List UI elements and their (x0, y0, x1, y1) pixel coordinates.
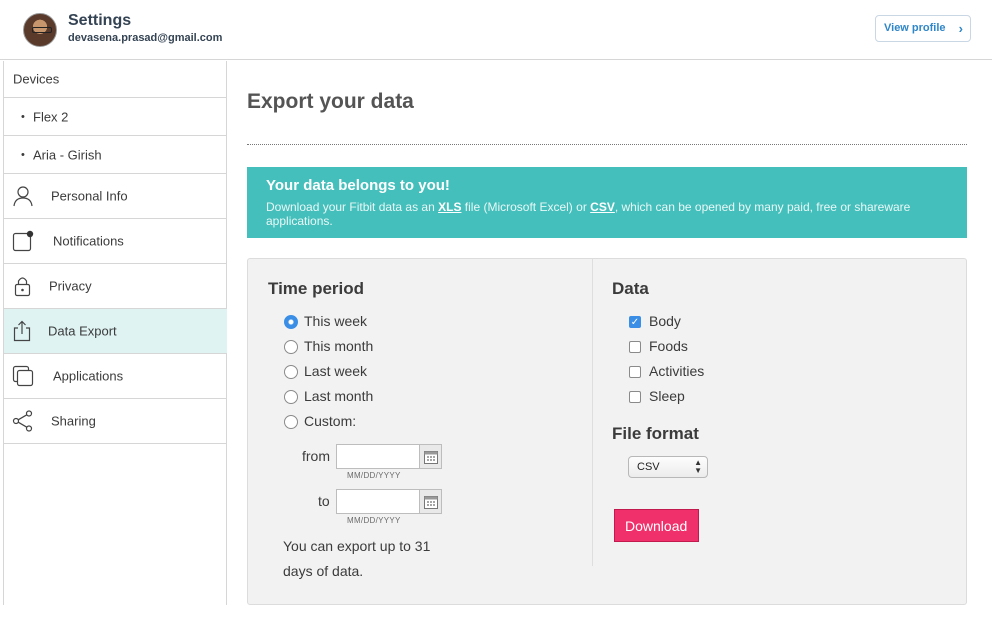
from-label: from (302, 448, 330, 464)
calendar-icon (424, 451, 438, 464)
sidebar-item-data-export[interactable]: Data Export (4, 309, 227, 354)
device-label: Aria - Girish (33, 147, 102, 162)
radio-label: This week (304, 313, 368, 329)
notification-icon (12, 230, 34, 252)
radio-button[interactable] (284, 365, 298, 379)
sidebar-item-label: Privacy (49, 278, 92, 294)
info-banner: Your data belongs to you! Download your … (247, 167, 967, 238)
sidebar-item-label: Personal Info (51, 188, 128, 204)
radio-label: Custom: (304, 413, 357, 429)
checkbox[interactable]: ✓ (629, 316, 641, 328)
view-profile-button[interactable]: View profile › (875, 15, 971, 42)
radio-button[interactable] (284, 315, 298, 329)
dotted-divider (247, 144, 967, 145)
person-icon (12, 185, 34, 207)
banner-title: Your data belongs to you! (266, 177, 450, 194)
sidebar-item-label: Applications (53, 368, 124, 384)
from-calendar-button[interactable] (419, 444, 442, 469)
sidebar: Devices • Flex 2 • Aria - Girish Persona… (3, 61, 227, 605)
xls-link[interactable]: XLS (438, 200, 461, 214)
top-header: Settings devasena.prasad@gmail.com View … (0, 0, 992, 60)
checkbox-label: Foods (649, 338, 688, 354)
download-button[interactable]: Download (614, 509, 699, 542)
calendar-icon (424, 496, 438, 509)
sidebar-item-notifications[interactable]: Notifications (4, 219, 227, 264)
export-limit-note: You can export up to 31 days of data. (283, 538, 431, 579)
csv-link[interactable]: CSV (590, 200, 615, 214)
file-format-value: CSV (637, 461, 660, 473)
bullet-icon: • (21, 148, 25, 161)
from-date-input[interactable] (336, 444, 420, 469)
view-profile-label: View profile (884, 22, 946, 34)
column-divider (592, 259, 593, 566)
file-format-title: File format (612, 424, 699, 443)
sidebar-item-label: Data Export (48, 323, 117, 339)
radio-button[interactable] (284, 415, 298, 429)
checkbox[interactable] (629, 341, 641, 353)
select-arrows-icon: ▲ ▼ (694, 458, 702, 475)
sidebar-device-flex-2[interactable]: • Flex 2 (4, 98, 227, 136)
radio-button[interactable] (284, 390, 298, 404)
checkbox[interactable] (629, 391, 641, 403)
radio-button[interactable] (284, 340, 298, 354)
from-date-hint: MM/DD/YYYY (347, 471, 401, 480)
sidebar-item-label: Notifications (53, 233, 124, 249)
avatar (23, 13, 57, 47)
to-date-hint: MM/DD/YYYY (347, 516, 401, 525)
radio-label: Last month (304, 388, 374, 404)
share-icon (12, 410, 34, 432)
checkbox-label: Activities (649, 363, 705, 379)
to-label: to (318, 493, 330, 509)
sidebar-devices-heading: Devices (4, 61, 227, 98)
lock-icon (12, 275, 34, 297)
checkbox-label: Body (649, 313, 681, 329)
chevron-right-icon: › (958, 21, 963, 36)
checkbox[interactable] (629, 366, 641, 378)
sidebar-item-applications[interactable]: Applications (4, 354, 227, 399)
sidebar-item-sharing[interactable]: Sharing (4, 399, 227, 444)
radio-label: Last week (304, 363, 368, 379)
device-label: Flex 2 (33, 109, 69, 124)
page-title: Settings (68, 12, 132, 29)
banner-text-before: Download your Fitbit data as an (266, 200, 439, 214)
export-icon (12, 320, 34, 342)
to-date-input[interactable] (336, 489, 420, 514)
bullet-icon: • (21, 110, 25, 123)
section-title: Export your data (247, 90, 414, 113)
time-period-title: Time period (268, 279, 365, 298)
sidebar-item-personal-info[interactable]: Personal Info (4, 174, 227, 219)
sidebar-device-aria-girish[interactable]: • Aria - Girish (4, 136, 227, 174)
file-format-select[interactable]: CSV ▲ ▼ (628, 456, 708, 478)
checkbox-label: Sleep (649, 388, 685, 404)
data-title: Data (612, 279, 649, 298)
banner-text-middle: file (Microsoft Excel) or (461, 200, 591, 214)
devices-heading-label: Devices (13, 71, 60, 87)
export-panel: Time period This week This month Last we… (247, 258, 967, 605)
sidebar-item-label: Sharing (51, 413, 96, 429)
user-email: devasena.prasad@gmail.com (68, 32, 223, 44)
applications-icon (12, 365, 34, 387)
banner-text: Download your Fitbit data as an XLS file… (266, 200, 956, 228)
radio-label: This month (304, 338, 374, 354)
sidebar-item-privacy[interactable]: Privacy (4, 264, 227, 309)
to-calendar-button[interactable] (419, 489, 442, 514)
